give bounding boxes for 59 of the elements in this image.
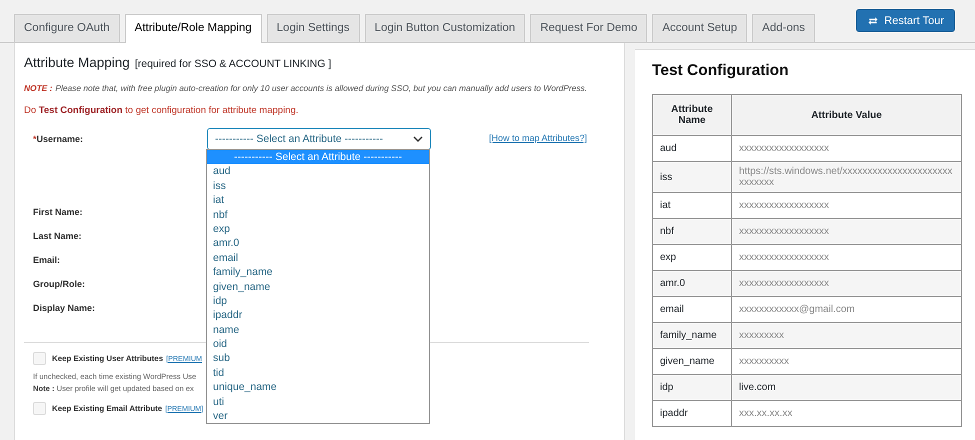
table-cell: amr.0	[652, 270, 732, 296]
field-label: Username:	[36, 134, 84, 144]
field-label: Display Name:	[33, 303, 96, 313]
dropdown-option[interactable]: given_name	[207, 280, 429, 294]
table-cell: nbf	[652, 218, 732, 244]
tab[interactable]: Request For Demo	[530, 14, 648, 42]
dropdown-option[interactable]: ver	[207, 409, 429, 424]
table-cell: ipaddr	[652, 400, 732, 426]
table-cell: xxxxxxxxxxxxxxxxxx	[732, 218, 962, 244]
dropdown-option[interactable]: idp	[207, 294, 429, 308]
table-cell: https://sts.windows.net/xxxxxxxxxxxxxxxxxxxxxxxxxxxxx	[732, 162, 962, 192]
panel-title: Test Configuration	[652, 62, 790, 80]
tab[interactable]: Login Button Customization	[364, 14, 526, 42]
repeat-icon	[867, 14, 880, 26]
tab[interactable]: Login Settings	[266, 14, 360, 42]
dropdown-option[interactable]: ipaddr	[207, 308, 429, 323]
dropdown-option[interactable]: iat	[207, 193, 429, 208]
dropdown-option[interactable]: ----------- Select an Attribute -----------	[207, 150, 429, 164]
column-header: Attribute Name	[652, 94, 732, 136]
field-label: Last Name:	[33, 231, 82, 241]
dropdown-option[interactable]: exp	[207, 222, 429, 236]
field-label: Email:	[33, 255, 60, 265]
dropdown-option[interactable]: amr.0	[207, 236, 429, 251]
section-subtitle: [required for SSO & ACCOUNT LINKING ]	[134, 58, 332, 70]
table-cell: idp	[652, 374, 732, 400]
tab[interactable]: Account Setup	[652, 14, 748, 42]
dropdown-option[interactable]: unique_name	[207, 380, 429, 395]
dropdown-option[interactable]: oid	[207, 337, 429, 352]
tab[interactable]: Attribute/Role Mapping	[124, 14, 262, 43]
dropdown-option[interactable]: email	[207, 250, 429, 266]
dropdown-option[interactable]: sub	[207, 351, 429, 366]
checkbox[interactable]	[33, 402, 46, 414]
table-cell: xxx.xx.xx.xx	[732, 400, 962, 426]
dropdown-option[interactable]: name	[207, 322, 429, 338]
field-label: First Name:	[33, 207, 83, 217]
field-label: Group/Role:	[33, 279, 85, 289]
dropdown-option[interactable]: aud	[207, 164, 429, 179]
hint-text: Do Test Configuration to get configuration for attribute mapping.	[24, 105, 300, 116]
restart-tour-button[interactable]: Restart Tour	[856, 9, 955, 32]
dropdown-option[interactable]: uti	[207, 394, 429, 410]
required-mark: *	[33, 134, 37, 144]
column-header: Attribute Value	[732, 94, 962, 136]
table-cell: live.com	[732, 374, 962, 400]
table-cell: family_name	[652, 322, 732, 348]
table-cell: xxxxxxxxx	[732, 322, 962, 348]
dropdown-option[interactable]: iss	[207, 178, 429, 194]
dropdown-option[interactable]: family_name	[207, 265, 429, 280]
chevron-down-icon	[413, 136, 423, 142]
table-cell: xxxxxxxxxxxxxxxxxx	[732, 270, 962, 296]
note-label: NOTE :	[24, 83, 52, 93]
checkbox[interactable]	[33, 352, 46, 364]
section-title: Attribute Mapping	[24, 55, 130, 70]
help-link[interactable]: [How to map Attributes?]	[489, 133, 588, 143]
table-cell: iss	[652, 162, 732, 192]
tab[interactable]: Configure OAuth	[14, 14, 120, 42]
dropdown-option[interactable]: tid	[207, 366, 429, 380]
tab[interactable]: Add-ons	[752, 14, 815, 42]
note-text: Please note that, with free plugin auto-creation for only 10 user accounts is allowed during SSO, but you can manually add users to WordPress.	[55, 83, 588, 93]
dropdown-option[interactable]: nbf	[207, 208, 429, 222]
